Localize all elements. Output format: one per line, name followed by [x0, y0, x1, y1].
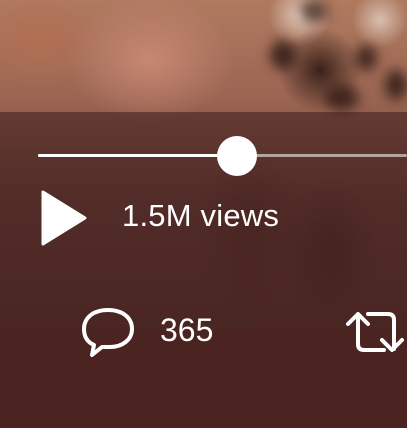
reply-count: 365	[160, 312, 214, 348]
video-blur-spot	[300, 0, 328, 22]
retweet-arrows-icon	[346, 312, 404, 352]
retweet-button[interactable]	[344, 308, 407, 356]
video-progress-slider[interactable]	[38, 136, 407, 176]
play-button[interactable]	[40, 190, 88, 246]
video-player[interactable]: 1.5M views 365	[0, 0, 407, 428]
reply-button[interactable]	[80, 306, 136, 358]
video-blur-spot	[385, 70, 407, 100]
speech-bubble-icon	[82, 308, 134, 357]
view-count: 1.5M views	[122, 198, 280, 233]
video-blur-spot	[355, 45, 377, 71]
progress-fill	[38, 154, 237, 157]
video-blur-spot	[325, 85, 359, 111]
play-icon	[41, 190, 87, 246]
video-blur-spot	[270, 40, 296, 70]
progress-thumb[interactable]	[217, 136, 257, 176]
